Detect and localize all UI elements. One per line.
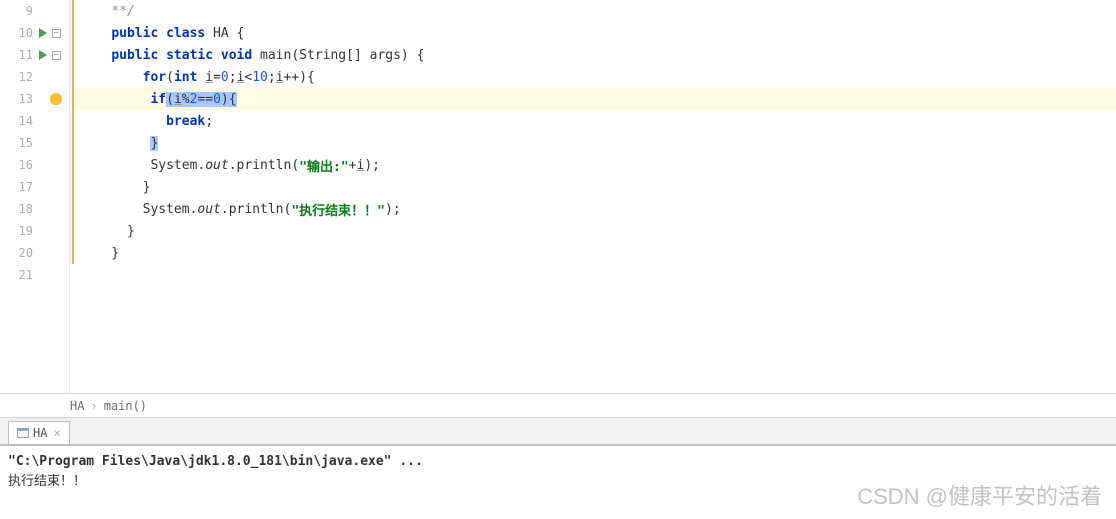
- code-line: **/: [70, 0, 1116, 22]
- code-line: }: [70, 242, 1116, 264]
- code-line: for(int i=0;i<10;i++){: [70, 66, 1116, 88]
- run-icon[interactable]: [39, 50, 47, 60]
- line-number: 13: [9, 92, 33, 106]
- selection: }: [150, 136, 158, 151]
- gutter-row[interactable]: 19: [0, 220, 69, 242]
- gutter-row[interactable]: 13: [0, 88, 69, 110]
- gutter-row[interactable]: 11 −: [0, 44, 69, 66]
- scope-indicator: [72, 0, 74, 264]
- code-line: public static void main(String[] args) {: [70, 44, 1116, 66]
- line-number: 19: [9, 224, 33, 238]
- gutter-row[interactable]: 14: [0, 110, 69, 132]
- gutter: 9 10 − 11 − 12 13 14 15 16 17 18 19 20 21: [0, 0, 70, 393]
- line-number: 20: [9, 246, 33, 260]
- line-number: 9: [9, 4, 33, 18]
- run-icon[interactable]: [39, 28, 47, 38]
- console-line: 执行结束！！: [8, 472, 1108, 492]
- breadcrumb[interactable]: HA › main(): [0, 394, 1116, 418]
- code-line: System.out.println("输出:"+i);: [70, 154, 1116, 176]
- code-editor[interactable]: **/ public class HA { public static void…: [70, 0, 1116, 393]
- application-icon: [17, 428, 29, 438]
- gutter-row[interactable]: 17: [0, 176, 69, 198]
- intention-bulb-icon[interactable]: [50, 93, 62, 105]
- gutter-row[interactable]: 20: [0, 242, 69, 264]
- code-line: }: [70, 220, 1116, 242]
- fold-icon[interactable]: −: [52, 51, 61, 60]
- gutter-row[interactable]: 9: [0, 0, 69, 22]
- selection: (i%2==0){: [166, 92, 236, 107]
- line-number: 16: [9, 158, 33, 172]
- code-line: break;: [70, 110, 1116, 132]
- code-line: System.out.println("执行结束！！");: [70, 198, 1116, 220]
- gutter-row[interactable]: 21: [0, 264, 69, 286]
- gutter-row[interactable]: 16: [0, 154, 69, 176]
- line-number: 10: [9, 26, 33, 40]
- line-number: 12: [9, 70, 33, 84]
- code-line: }: [70, 176, 1116, 198]
- code-line-current: if(i%2==0){: [70, 88, 1116, 110]
- gutter-row[interactable]: 10 −: [0, 22, 69, 44]
- code-line: }: [70, 132, 1116, 154]
- breadcrumb-item[interactable]: HA: [70, 399, 84, 413]
- console-output[interactable]: "C:\Program Files\Java\jdk1.8.0_181\bin\…: [0, 446, 1116, 498]
- code-line: [70, 264, 1116, 286]
- console-tab-bar: HA ×: [0, 418, 1116, 446]
- gutter-row[interactable]: 12: [0, 66, 69, 88]
- line-number: 15: [9, 136, 33, 150]
- console-line: "C:\Program Files\Java\jdk1.8.0_181\bin\…: [8, 452, 1108, 472]
- line-number: 14: [9, 114, 33, 128]
- gutter-row[interactable]: 18: [0, 198, 69, 220]
- line-number: 17: [9, 180, 33, 194]
- breadcrumb-item[interactable]: main(): [104, 399, 147, 413]
- tab-label: HA: [33, 426, 47, 440]
- console-tab[interactable]: HA ×: [8, 421, 70, 444]
- code-line: public class HA {: [70, 22, 1116, 44]
- close-icon[interactable]: ×: [51, 426, 60, 440]
- line-number: 21: [9, 268, 33, 282]
- line-number: 11: [9, 48, 33, 62]
- fold-icon[interactable]: −: [52, 29, 61, 38]
- line-number: 18: [9, 202, 33, 216]
- chevron-right-icon: ›: [90, 399, 97, 413]
- editor-area: 9 10− 11− 12 13 14 15 16 17 18 19 20 21 …: [0, 0, 1116, 394]
- gutter-row[interactable]: 15: [0, 132, 69, 154]
